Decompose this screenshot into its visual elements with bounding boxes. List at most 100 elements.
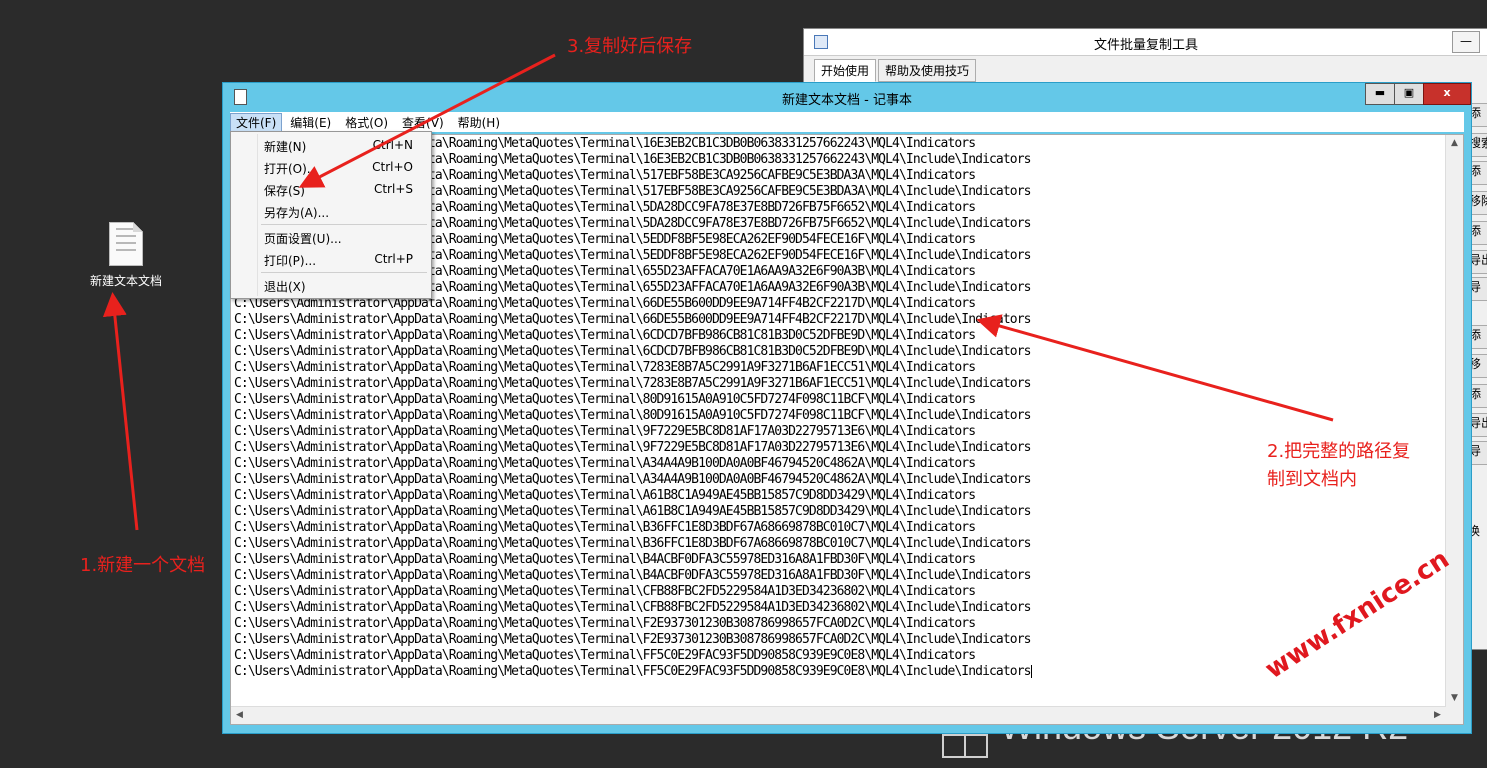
menu-item-label: 新建(N) [264, 140, 307, 154]
tab-help-tips[interactable]: 帮助及使用技巧 [878, 59, 977, 82]
text-line: C:\Users\Administrator\AppData\Roaming\M… [234, 488, 1032, 504]
text-line-content: C:\Users\Administrator\AppData\Roaming\M… [234, 520, 976, 535]
menu-edit[interactable]: 编辑(E) [284, 113, 337, 132]
text-line: C:\Users\Administrator\AppData\Roaming\M… [234, 600, 1032, 616]
text-line: C:\Users\Administrator\AppData\Roaming\M… [234, 360, 1032, 376]
annotation-step3: 3.复制好后保存 [567, 36, 693, 57]
file-menu-new[interactable]: 新建(N) Ctrl+N [231, 134, 431, 156]
annotation-step2-line1: 2.把完整的路径复 [1267, 441, 1411, 462]
text-line-content: C:\Users\Administrator\AppData\Roaming\M… [234, 488, 976, 503]
text-line-content: C:\Users\Administrator\AppData\Roaming\M… [234, 392, 976, 407]
text-line: C:\Users\Administrator\AppData\Roaming\M… [234, 440, 1032, 456]
text-line: C:\Users\Administrator\AppData\Roaming\M… [234, 568, 1032, 584]
tool-tabs: 开始使用 帮助及使用技巧 [814, 59, 978, 82]
text-line: C:\Users\Administrator\AppData\Roaming\M… [234, 584, 1032, 600]
menu-view[interactable]: 查看(V) [396, 113, 450, 132]
text-line: C:\Users\Administrator\AppData\Roaming\M… [234, 632, 1032, 648]
text-line-content: C:\Users\Administrator\AppData\Roaming\M… [234, 648, 976, 663]
maximize-button[interactable]: ▣ [1394, 83, 1424, 105]
tool-minimize-button[interactable]: — [1452, 31, 1480, 53]
text-line-content: C:\Users\Administrator\AppData\Roaming\M… [234, 600, 1031, 615]
scroll-up-icon[interactable]: ▲ [1446, 135, 1463, 152]
annotation-step1: 1.新建一个文档 [80, 555, 206, 576]
file-menu-dropdown: 新建(N) Ctrl+N 打开(O)... Ctrl+O 保存(S) Ctrl+… [230, 131, 432, 299]
text-line-content: C:\Users\Administrator\AppData\Roaming\M… [234, 536, 1031, 551]
text-line: C:\Users\Administrator\AppData\Roaming\M… [234, 664, 1032, 680]
annotation-step2-line2: 制到文档内 [1267, 469, 1357, 490]
menu-format[interactable]: 格式(O) [339, 113, 394, 132]
text-line: C:\Users\Administrator\AppData\Roaming\M… [234, 312, 1032, 328]
text-line: C:\Users\Administrator\AppData\Roaming\M… [234, 376, 1032, 392]
text-line: C:\Users\Administrator\AppData\Roaming\M… [234, 456, 1032, 472]
scroll-down-icon[interactable]: ▼ [1446, 690, 1463, 707]
text-line: C:\Users\Administrator\AppData\Roaming\M… [234, 424, 1032, 440]
text-line-content: C:\Users\Administrator\AppData\Roaming\M… [234, 568, 1031, 583]
text-caret [1030, 665, 1032, 678]
text-line: C:\Users\Administrator\AppData\Roaming\M… [234, 328, 1032, 344]
menu-item-shortcut: Ctrl+O [372, 160, 413, 174]
text-line-content: C:\Users\Administrator\AppData\Roaming\M… [234, 344, 1031, 359]
text-line: C:\Users\Administrator\AppData\Roaming\M… [234, 472, 1032, 488]
tool-title: 文件批量复制工具 [1093, 38, 1198, 53]
text-line: C:\Users\Administrator\AppData\Roaming\M… [234, 504, 1032, 520]
horizontal-scrollbar[interactable]: ◀ ▶ [231, 706, 1446, 724]
text-line-content: C:\Users\Administrator\AppData\Roaming\M… [234, 472, 1031, 487]
text-line-content: C:\Users\Administrator\AppData\Roaming\M… [234, 376, 1031, 391]
menu-item-shortcut: Ctrl+S [373, 182, 413, 196]
vertical-scrollbar[interactable]: ▲ ▼ [1445, 135, 1463, 707]
text-line-content: C:\Users\Administrator\AppData\Roaming\M… [234, 312, 1031, 327]
desktop-icon-label: 新建文本文档 [89, 274, 162, 288]
file-menu-page-setup[interactable]: 页面设置(U)... [231, 226, 431, 248]
file-menu-open[interactable]: 打开(O)... Ctrl+O [231, 156, 431, 178]
menu-item-label: 另存为(A)... [264, 206, 330, 220]
menu-bar: 文件(F) 编辑(E) 格式(O) 查看(V) 帮助(H) [230, 112, 1464, 132]
desktop-text-file-icon[interactable]: 新建文本文档 [80, 222, 172, 289]
scroll-left-icon[interactable]: ◀ [231, 707, 248, 724]
text-line: C:\Users\Administrator\AppData\Roaming\M… [234, 552, 1032, 568]
text-line: C:\Users\Administrator\AppData\Roaming\M… [234, 520, 1032, 536]
text-line: C:\Users\Administrator\AppData\Roaming\M… [234, 536, 1032, 552]
text-line: C:\Users\Administrator\AppData\Roaming\M… [234, 344, 1032, 360]
tab-start[interactable]: 开始使用 [814, 59, 877, 82]
text-line: C:\Users\Administrator\AppData\Roaming\M… [234, 408, 1032, 424]
text-file-icon [109, 222, 143, 266]
menu-item-shortcut: Ctrl+P [374, 252, 413, 266]
menu-file[interactable]: 文件(F) [230, 112, 283, 132]
text-line-content: C:\Users\Administrator\AppData\Roaming\M… [234, 504, 1031, 519]
menu-item-label: 打印(P)... [264, 254, 317, 268]
text-line-content: C:\Users\Administrator\AppData\Roaming\M… [234, 440, 1031, 455]
text-line-content: C:\Users\Administrator\AppData\Roaming\M… [234, 328, 976, 343]
close-button[interactable]: x [1423, 83, 1471, 105]
text-line: C:\Users\Administrator\AppData\Roaming\M… [234, 648, 1032, 664]
text-line-content: C:\Users\Administrator\AppData\Roaming\M… [234, 584, 976, 599]
menu-item-label: 打开(O)... [264, 162, 319, 176]
tool-titlebar[interactable]: 文件批量复制工具 — [804, 29, 1487, 56]
menu-item-label: 退出(X) [264, 280, 306, 294]
file-menu-print[interactable]: 打印(P)... Ctrl+P [231, 248, 431, 270]
scroll-right-icon[interactable]: ▶ [1429, 707, 1446, 724]
arrow-step1 [102, 292, 139, 531]
text-line: C:\Users\Administrator\AppData\Roaming\M… [234, 392, 1032, 408]
menu-item-label: 页面设置(U)... [264, 232, 342, 246]
text-line-content: C:\Users\Administrator\AppData\Roaming\M… [234, 552, 976, 567]
scrollbar-corner [1446, 707, 1463, 724]
text-line-content: C:\Users\Administrator\AppData\Roaming\M… [234, 664, 1031, 679]
menu-separator [261, 224, 427, 225]
notepad-title: 新建文本文档 - 记事本 [782, 93, 912, 108]
menu-help[interactable]: 帮助(H) [452, 113, 506, 132]
file-menu-save-as[interactable]: 另存为(A)... [231, 200, 431, 222]
notepad-titlebar[interactable]: 新建文本文档 - 记事本 ▬ ▣ x [223, 83, 1471, 111]
file-menu-save[interactable]: 保存(S) Ctrl+S [231, 178, 431, 200]
file-menu-exit[interactable]: 退出(X) [231, 274, 431, 296]
text-line: C:\Users\Administrator\AppData\Roaming\M… [234, 616, 1032, 632]
menu-item-shortcut: Ctrl+N [372, 138, 413, 152]
text-line-content: C:\Users\Administrator\AppData\Roaming\M… [234, 424, 976, 439]
text-line-content: C:\Users\Administrator\AppData\Roaming\M… [234, 360, 976, 375]
menu-separator [261, 272, 427, 273]
menu-item-label: 保存(S) [264, 184, 305, 198]
minimize-button[interactable]: ▬ [1365, 83, 1395, 105]
text-line-content: C:\Users\Administrator\AppData\Roaming\M… [234, 408, 1031, 423]
text-line-content: C:\Users\Administrator\AppData\Roaming\M… [234, 616, 976, 631]
text-line-content: C:\Users\Administrator\AppData\Roaming\M… [234, 632, 1031, 647]
text-line-content: C:\Users\Administrator\AppData\Roaming\M… [234, 456, 976, 471]
